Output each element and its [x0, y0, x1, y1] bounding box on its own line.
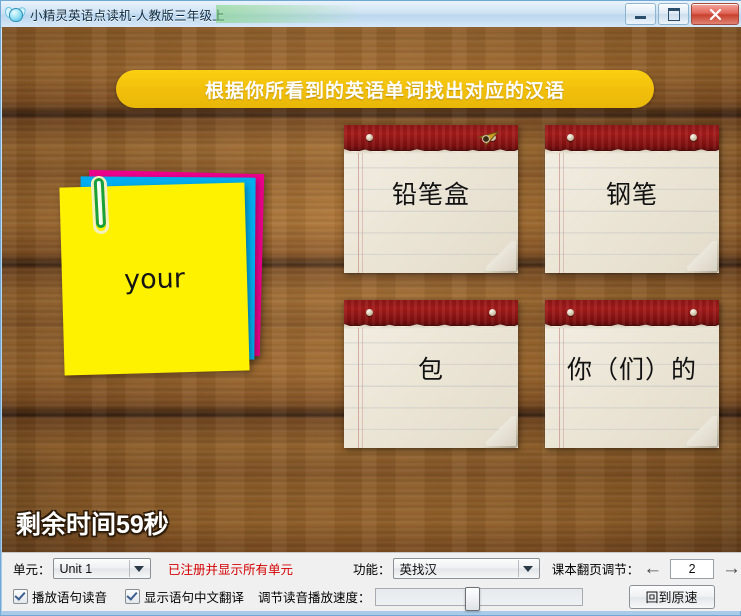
- mouse-cursor-icon: [477, 131, 499, 147]
- margin-line: [563, 153, 564, 273]
- control-panel: 单元： Unit 1 已注册并显示所有单元 功能： 英找汉 课本翻页调节： ← …: [2, 552, 741, 611]
- control-row-top: 单元： Unit 1 已注册并显示所有单元 功能： 英找汉 课本翻页调节： ← …: [2, 556, 741, 581]
- play-audio-label: 播放语句读音: [32, 591, 108, 605]
- chevron-down-icon: [133, 566, 144, 572]
- function-label: 功能：: [353, 563, 391, 577]
- screw-icon: [366, 309, 373, 316]
- unit-select-value: Unit 1: [59, 561, 93, 576]
- answer-label: 钢笔: [605, 181, 658, 209]
- unit-select[interactable]: Unit 1: [52, 558, 151, 579]
- card-header: [344, 300, 518, 326]
- page-curl: [480, 235, 518, 273]
- close-icon: [709, 8, 721, 20]
- margin-line: [358, 328, 359, 448]
- window-title: 小精灵英语点读机-人教版三年级上: [30, 8, 225, 23]
- note-front-yellow: your: [59, 182, 250, 376]
- speed-slider[interactable]: [374, 586, 583, 611]
- page-adjust-label: 课本翻页调节：: [551, 563, 640, 577]
- game-stage: 根据你所看到的英语单词找出对应的汉语 your 铅笔盒 钢笔 包 你（们）的 剩…: [2, 27, 741, 552]
- screw-icon: [489, 309, 496, 316]
- maximize-button[interactable]: [658, 3, 689, 25]
- margin-line: [362, 153, 363, 273]
- checkbox-checked-icon: [125, 589, 141, 604]
- instruction-banner: 根据你所看到的英语单词找出对应的汉语: [116, 70, 654, 108]
- control-row-bottom: 播放语句读音 显示语句中文翻译 调节读音播放速度： 回到原速: [2, 584, 741, 611]
- margin-line: [563, 328, 564, 448]
- title-highlight: [216, 5, 361, 23]
- answer-label: 你（们）的: [566, 356, 697, 384]
- show-translation-label: 显示语句中文翻译: [144, 591, 245, 605]
- answer-label: 铅笔盒: [391, 181, 470, 209]
- margin-line: [559, 153, 560, 273]
- checkbox-checked-icon: [13, 589, 28, 604]
- page-next-arrow-icon[interactable]: →: [722, 559, 741, 578]
- margin-line: [358, 153, 359, 273]
- screw-icon: [567, 134, 574, 141]
- unit-label: 单元：: [13, 563, 51, 577]
- app-window: 小精灵英语点读机-人教版三年级上 根据你所看到的英语单词找出对应的汉语 your: [0, 0, 741, 616]
- close-button[interactable]: [691, 3, 739, 25]
- speed-label: 调节读音播放速度：: [258, 591, 371, 605]
- instruction-text: 根据你所看到的英语单词找出对应的汉语: [204, 80, 565, 102]
- prompt-note-stack: your: [59, 169, 277, 377]
- page-number-field[interactable]: 2: [670, 558, 714, 579]
- window-controls: [625, 3, 739, 25]
- page-curl: [480, 410, 518, 448]
- screw-icon: [690, 134, 697, 141]
- page-curl: [681, 235, 719, 273]
- screw-icon: [366, 134, 373, 141]
- remaining-time: 剩余时间59秒: [16, 511, 169, 539]
- answer-card-2[interactable]: 钢笔: [545, 125, 719, 273]
- card-header: [545, 300, 719, 326]
- play-audio-checkbox[interactable]: 播放语句读音: [13, 587, 107, 606]
- function-select-value: 英找汉: [399, 563, 438, 577]
- screw-icon: [567, 309, 574, 316]
- chevron-down-icon: [522, 566, 533, 572]
- title-bar: 小精灵英语点读机-人教版三年级上: [1, 1, 741, 28]
- function-select[interactable]: 英找汉: [392, 558, 540, 579]
- answer-label: 包: [417, 356, 444, 384]
- paperclip-icon: [90, 175, 110, 235]
- registration-notice: 已注册并显示所有单元: [167, 563, 293, 577]
- prompt-word: your: [123, 262, 186, 296]
- reset-speed-button[interactable]: 回到原速: [628, 584, 715, 609]
- speed-slider-thumb[interactable]: [464, 586, 480, 611]
- show-translation-checkbox[interactable]: 显示语句中文翻译: [125, 587, 244, 606]
- screw-icon: [690, 309, 697, 316]
- answer-card-3[interactable]: 包: [344, 300, 518, 448]
- minimize-button[interactable]: [625, 3, 656, 25]
- margin-line: [362, 328, 363, 448]
- margin-line: [559, 328, 560, 448]
- answer-card-4[interactable]: 你（们）的: [545, 300, 719, 448]
- page-curl: [681, 410, 719, 448]
- card-header: [545, 125, 719, 151]
- page-prev-arrow-icon[interactable]: ←: [643, 559, 662, 578]
- fairy-sprite-icon: [3, 5, 27, 23]
